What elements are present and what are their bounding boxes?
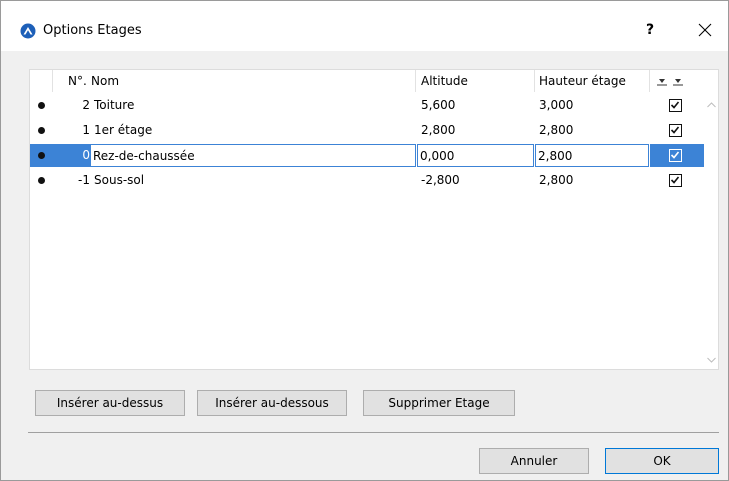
story-number: 1 [82, 123, 90, 137]
options-etages-dialog: Options Etages ? N°. Nom Altitude Hauteu… [0, 0, 729, 481]
close-icon [698, 23, 712, 37]
column-separator[interactable] [649, 70, 650, 92]
column-header-height[interactable]: Hauteur étage [539, 70, 626, 92]
story-visibility-dot[interactable] [38, 177, 45, 184]
scroll-up-arrow-icon[interactable] [707, 102, 716, 108]
vertical-scrollbar[interactable] [704, 92, 718, 369]
story-checkbox[interactable] [669, 99, 682, 112]
table-row[interactable]: -1 Sous-sol -2,800 2,800 [30, 168, 704, 193]
footer-divider [28, 432, 719, 433]
column-separator[interactable] [52, 70, 53, 92]
story-height-field[interactable]: 2,800 [535, 144, 649, 167]
story-name[interactable]: 1er étage [94, 118, 152, 143]
column-header-altitude[interactable]: Altitude [421, 70, 468, 92]
story-number: -1 [78, 173, 90, 187]
checkmark-icon [670, 151, 680, 159]
story-visibility-dot[interactable] [38, 152, 45, 159]
show-column-sort-icon[interactable] [657, 78, 691, 86]
stories-table: N°. Nom Altitude Hauteur étage 2 Toiture… [29, 69, 719, 370]
story-name[interactable]: Sous-sol [94, 168, 144, 193]
story-name[interactable]: Toiture [94, 93, 134, 118]
table-row[interactable]: 1 1er étage 2,800 2,800 [30, 118, 704, 143]
cancel-button[interactable]: Annuler [479, 448, 589, 474]
story-height[interactable]: 2,800 [539, 168, 573, 193]
story-number: 0 [82, 148, 90, 162]
column-separator[interactable] [534, 70, 535, 92]
story-visibility-dot[interactable] [38, 127, 45, 134]
table-row[interactable]: 2 Toiture 5,600 3,000 [30, 93, 704, 118]
help-button[interactable]: ? [637, 17, 663, 43]
archicad-logo-icon [20, 23, 36, 39]
delete-story-button[interactable]: Supprimer Etage [363, 390, 515, 416]
table-row-selected[interactable]: 0 Rez-de-chaussée 0,000 2,800 [30, 143, 704, 168]
story-height[interactable]: 3,000 [539, 93, 573, 118]
story-checkbox[interactable] [669, 124, 682, 137]
window-title: Options Etages [43, 23, 142, 38]
column-separator[interactable] [415, 70, 416, 92]
story-checkbox[interactable] [669, 174, 682, 187]
story-name-field[interactable]: Rez-de-chaussée [90, 144, 416, 167]
title-bar: Options Etages ? [1, 1, 728, 51]
ok-button[interactable]: OK [605, 448, 719, 474]
checkmark-icon [670, 176, 680, 184]
checkmark-icon [670, 126, 680, 134]
column-header-num[interactable]: N°. [68, 70, 87, 92]
story-altitude[interactable]: 5,600 [421, 93, 455, 118]
insert-below-button[interactable]: Insérer au-dessous [197, 390, 347, 416]
insert-above-button[interactable]: Insérer au-dessus [35, 390, 185, 416]
checkmark-icon [670, 101, 680, 109]
story-altitude-field[interactable]: 0,000 [417, 144, 534, 167]
story-visibility-dot[interactable] [38, 102, 45, 109]
column-header-name[interactable]: Nom [91, 70, 119, 92]
story-altitude[interactable]: 2,800 [421, 118, 455, 143]
table-header: N°. Nom Altitude Hauteur étage [30, 70, 718, 92]
story-number: 2 [82, 98, 90, 112]
scroll-down-arrow-icon[interactable] [707, 357, 716, 363]
close-button[interactable] [690, 15, 720, 45]
story-height[interactable]: 2,800 [539, 118, 573, 143]
story-altitude[interactable]: -2,800 [421, 168, 460, 193]
story-checkbox[interactable] [669, 149, 682, 162]
